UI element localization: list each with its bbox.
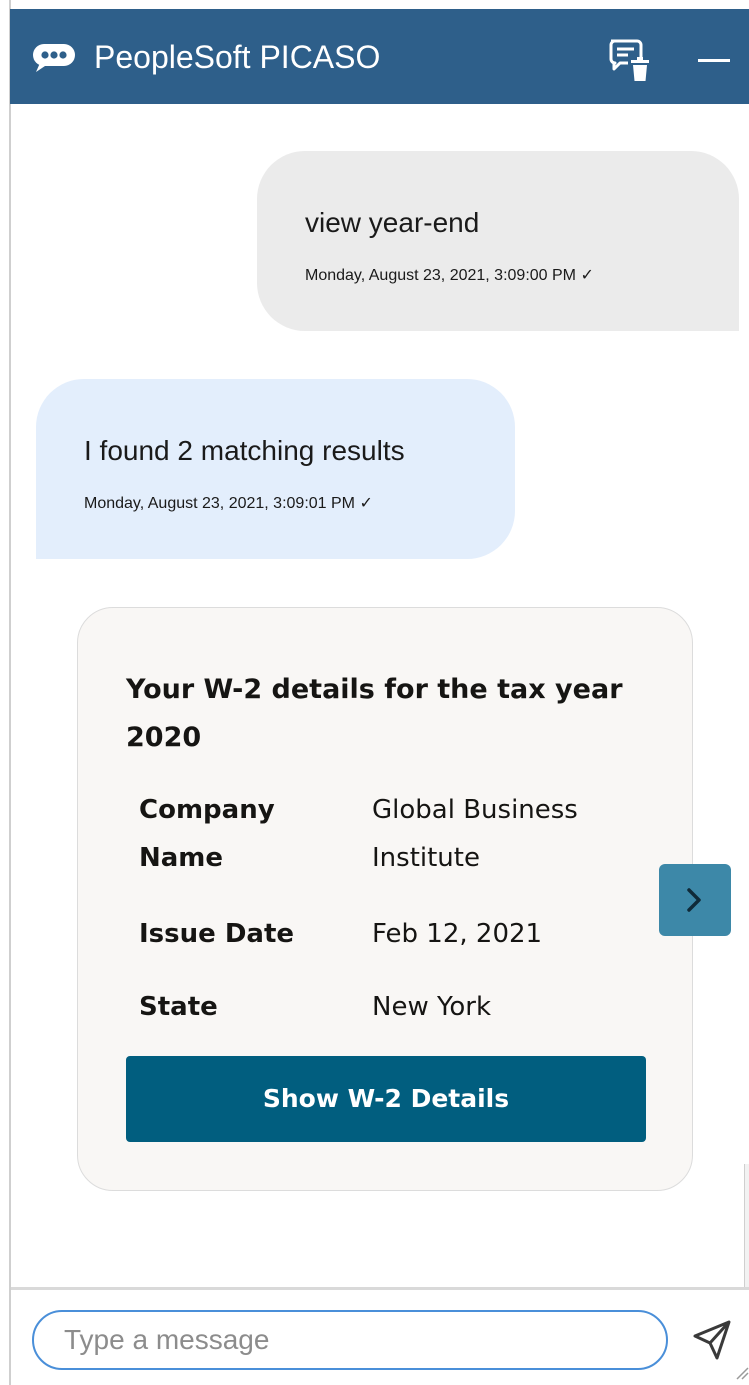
- chat-header: PeopleSoft PICASO: [10, 9, 749, 104]
- scrollbar[interactable]: [744, 1164, 749, 1289]
- chat-widget: PeopleSoft PICASO view year-end Monday, …: [0, 0, 749, 1385]
- minimize-icon: [698, 59, 730, 62]
- chat-bubble-icon: [33, 44, 75, 72]
- send-button[interactable]: [687, 1316, 737, 1366]
- conversation-area: view year-end Monday, August 23, 2021, 3…: [11, 104, 749, 1289]
- minimize-button[interactable]: [694, 35, 734, 81]
- message-input[interactable]: [32, 1310, 668, 1370]
- message-text: view year-end: [305, 207, 480, 238]
- message-timestamp: Monday, August 23, 2021, 3:09:01 PM ✓: [84, 495, 373, 512]
- chat-footer: [11, 1287, 749, 1385]
- field-label-company-name: Company Name: [139, 795, 275, 873]
- card-title: Your W-2 details for the tax year 2020: [126, 674, 623, 753]
- field-label-issue-date: Issue Date: [139, 919, 295, 949]
- field-value-issue-date: Feb 12, 2021: [372, 919, 543, 949]
- field-value-state: New York: [372, 992, 492, 1022]
- send-icon: [693, 1320, 731, 1360]
- carousel-next-button[interactable]: [659, 864, 731, 936]
- clear-conversation-button[interactable]: [606, 35, 652, 81]
- field-value-company-name: Global Business Institute: [372, 795, 578, 873]
- w2-result-card: Your W-2 details for the tax year 2020 C…: [77, 607, 693, 1191]
- show-w2-details-button[interactable]: Show W-2 Details: [126, 1056, 646, 1142]
- chat-title: PeopleSoft PICASO: [94, 39, 381, 75]
- message-text: I found 2 matching results: [84, 435, 405, 466]
- field-label-state: State: [139, 992, 218, 1022]
- resize-grip-icon[interactable]: [735, 1366, 749, 1380]
- message-timestamp: Monday, August 23, 2021, 3:09:00 PM ✓: [305, 267, 594, 284]
- clear-conversation-icon: [609, 39, 649, 81]
- user-message-bubble: view year-end Monday, August 23, 2021, 3…: [257, 151, 739, 331]
- chevron-right-icon: [687, 888, 701, 912]
- bot-message-bubble: I found 2 matching results Monday, Augus…: [36, 379, 515, 559]
